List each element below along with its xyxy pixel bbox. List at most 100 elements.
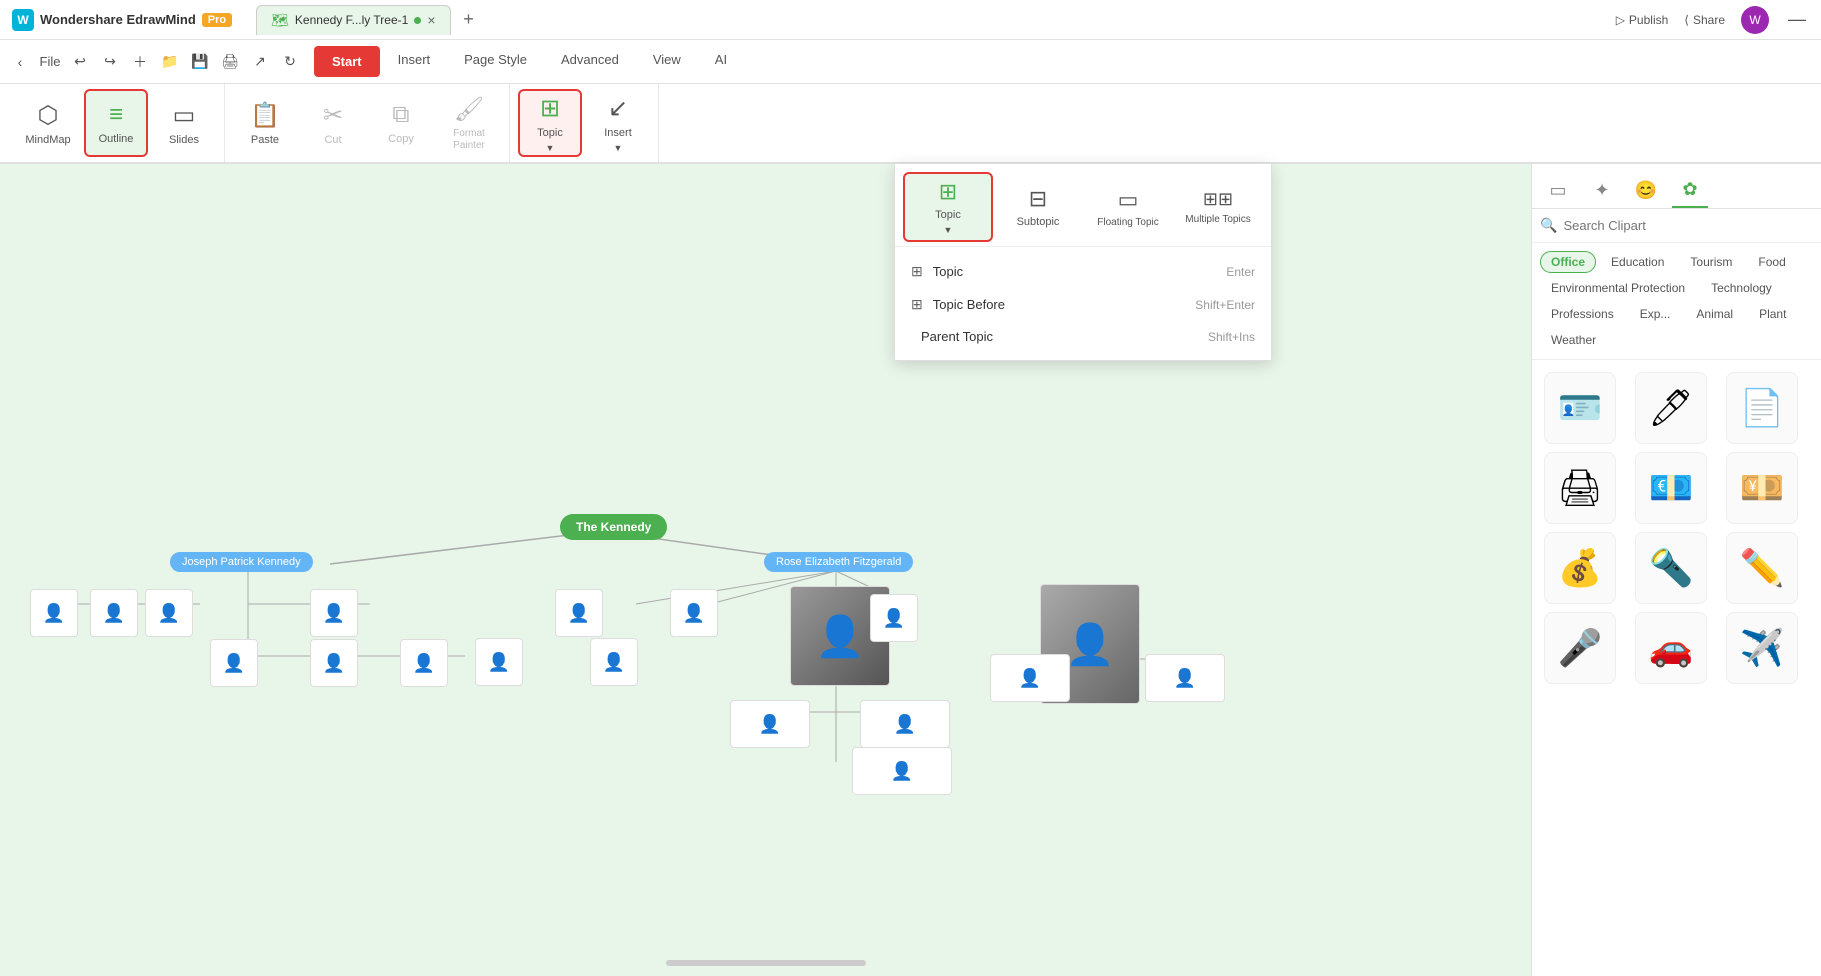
submenu-item-topic-before[interactable]: ⊞ Topic Before Shift+Enter (895, 288, 1271, 321)
copy-button[interactable]: ⧉ Copy (369, 89, 433, 157)
insert-dropdown-arrow[interactable]: ▼ (614, 143, 623, 153)
back-button[interactable]: ‹ (8, 50, 32, 74)
cat-env-protection[interactable]: Environmental Protection (1540, 277, 1696, 299)
photo-ted-child-2[interactable]: 👤 (1145, 654, 1225, 702)
canvas[interactable]: The Kennedy Joseph Patrick Kennedy Rose … (0, 164, 1531, 976)
cat-weather[interactable]: Weather (1540, 329, 1607, 351)
save-button[interactable]: 💾 (188, 50, 212, 74)
horizontal-scrollbar[interactable] (666, 960, 866, 966)
tab-close-button[interactable]: × (427, 12, 435, 28)
mindmap-icon: ⬡ (38, 101, 59, 130)
clipart-pen[interactable]: 🖊 (1635, 372, 1707, 444)
photo-robert-child-1[interactable]: 👤 (730, 700, 810, 748)
insert-button[interactable]: ↙ Insert ▼ (586, 89, 650, 157)
topic-menu-item-floating[interactable]: ▭ Floating Topic (1083, 172, 1173, 242)
cat-office[interactable]: Office (1540, 251, 1596, 273)
mindmap-button[interactable]: ⬡ MindMap (16, 89, 80, 157)
topic-dropdown-arrow[interactable]: ▼ (546, 143, 555, 153)
cat-plant[interactable]: Plant (1748, 303, 1797, 325)
photo-ted-child-1[interactable]: 👤 (990, 654, 1070, 702)
menu-tab-start[interactable]: Start (314, 46, 380, 77)
cut-button[interactable]: ✂ Cut (301, 89, 365, 157)
clipart-pencil[interactable]: ✏️ (1726, 532, 1798, 604)
clipart-grid: 🪪 🖊 📄 🖨 💶 💴 💰 🔦 ✏️ 🎤 🚗 ✈️ (1532, 360, 1821, 696)
right-panel: ▭ ✦ 😊 ✿ 🔍 Office Education Tourism Food … (1531, 164, 1821, 976)
minimize-button[interactable]: — (1785, 8, 1809, 32)
left-parent-node[interactable]: Joseph Patrick Kennedy (170, 552, 313, 572)
clipart-money-bag[interactable]: 💰 (1544, 532, 1616, 604)
print-button[interactable]: 🖨 (218, 50, 242, 74)
clipart-mic[interactable]: 🎤 (1544, 612, 1616, 684)
open-button[interactable]: 📁 (158, 50, 182, 74)
photo-node-1[interactable]: 👤 (30, 589, 78, 637)
cat-education[interactable]: Education (1600, 251, 1675, 273)
cat-professions[interactable]: Professions (1540, 303, 1625, 325)
photo-node-7[interactable]: 👤 (400, 639, 448, 687)
clipart-euro[interactable]: 💶 (1635, 452, 1707, 524)
topic-menu-item-subtopic[interactable]: ⊟ Subtopic (993, 172, 1083, 242)
submenu-topic-icon: ⊞ (911, 263, 923, 280)
rpanel-tab-emoji[interactable]: 😊 (1628, 172, 1664, 208)
photo-caroline[interactable]: 👤 (475, 638, 523, 686)
topic-submenu: ⊞ Topic Enter ⊞ Topic Before Shift+Enter… (895, 247, 1271, 360)
recover-button[interactable]: ↻ (278, 50, 302, 74)
export-button[interactable]: ↗ (248, 50, 272, 74)
file-label[interactable]: File (38, 50, 62, 74)
cat-exp[interactable]: Exp... (1629, 303, 1682, 325)
slides-button[interactable]: ▭ Slides (152, 89, 216, 157)
photo-node-8[interactable]: 👤 (555, 589, 603, 637)
rpanel-tab-shape[interactable]: ▭ (1540, 172, 1576, 208)
photo-node-6[interactable]: 👤 (310, 639, 358, 687)
clipart-printer[interactable]: 🖨 (1544, 452, 1616, 524)
rpanel-tab-clipart[interactable]: ✿ (1672, 172, 1708, 208)
topic-button[interactable]: ⊞ Topic ▼ (518, 89, 582, 157)
cat-food[interactable]: Food (1747, 251, 1796, 273)
app-name: Wondershare EdrawMind (40, 12, 196, 27)
right-panel-tabs: ▭ ✦ 😊 ✿ (1532, 164, 1821, 209)
photo-node-3[interactable]: 👤 (145, 589, 193, 637)
photo-john-jr[interactable]: 👤 (590, 638, 638, 686)
cut-label: Cut (324, 134, 341, 146)
menu-tab-insert[interactable]: Insert (382, 46, 447, 77)
undo-button[interactable]: ↩ (68, 50, 92, 74)
photo-node-5[interactable]: 👤 (210, 639, 258, 687)
outline-button[interactable]: ≡ Outline (84, 89, 148, 157)
user-avatar[interactable]: W (1741, 6, 1769, 34)
topic-menu-item-multiple[interactable]: ⊞⊞ Multiple Topics (1173, 172, 1263, 242)
central-node[interactable]: The Kennedy (560, 514, 667, 540)
redo-button[interactable]: ↪ (98, 50, 122, 74)
cat-technology[interactable]: Technology (1700, 277, 1783, 299)
new-button[interactable]: ＋ (128, 50, 152, 74)
active-tab[interactable]: 🗺 Kennedy F...ly Tree-1 × (256, 5, 450, 35)
clipart-plane[interactable]: ✈️ (1726, 612, 1798, 684)
clipart-id-card[interactable]: 🪪 (1544, 372, 1616, 444)
cat-tourism[interactable]: Tourism (1679, 251, 1743, 273)
menu-tab-view[interactable]: View (637, 46, 697, 77)
photo-node-2[interactable]: 👤 (90, 589, 138, 637)
cut-icon: ✂ (323, 101, 343, 130)
menu-tab-ai[interactable]: AI (699, 46, 743, 77)
photo-node-4[interactable]: 👤 (310, 589, 358, 637)
rpanel-tab-sparkle[interactable]: ✦ (1584, 172, 1620, 208)
share-button[interactable]: ⟨ Share (1684, 13, 1725, 27)
publish-button[interactable]: ▷ Publish (1616, 13, 1669, 27)
photo-node-11[interactable]: 👤 (870, 594, 918, 642)
format-painter-button[interactable]: 🖌 Format Painter (437, 89, 501, 157)
add-tab-button[interactable]: + (455, 6, 483, 34)
cat-animal[interactable]: Animal (1685, 303, 1744, 325)
submenu-item-parent-topic[interactable]: Parent Topic Shift+Ins (895, 321, 1271, 352)
clipart-lamp[interactable]: 🔦 (1635, 532, 1707, 604)
clipart-yen[interactable]: 💴 (1726, 452, 1798, 524)
photo-node-9[interactable]: 👤 (670, 589, 718, 637)
right-parent-node[interactable]: Rose Elizabeth Fitzgerald (764, 552, 913, 572)
menu-tab-page-style[interactable]: Page Style (448, 46, 543, 77)
submenu-item-topic[interactable]: ⊞ Topic Enter (895, 255, 1271, 288)
topic-menu-item-topic[interactable]: ⊞ Topic ▼ (903, 172, 993, 242)
clipart-car[interactable]: 🚗 (1635, 612, 1707, 684)
paste-button[interactable]: 📋 Paste (233, 89, 297, 157)
photo-jp3[interactable]: 👤 (852, 747, 952, 795)
menu-tab-advanced[interactable]: Advanced (545, 46, 635, 77)
clipart-document[interactable]: 📄 (1726, 372, 1798, 444)
photo-robert-child-2[interactable]: 👤 (860, 700, 950, 748)
search-input[interactable] (1563, 218, 1813, 233)
